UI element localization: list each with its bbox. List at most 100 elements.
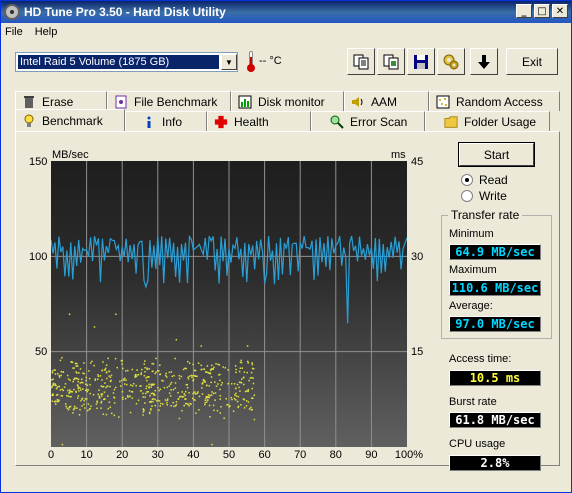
access-time-point xyxy=(234,365,237,367)
lightbulb-icon xyxy=(22,114,36,128)
tabs-top-row: Erase File Benchmark Disk monitor AAM Ra… xyxy=(15,91,560,111)
copy-screenshot-button[interactable] xyxy=(377,48,405,75)
access-time-point xyxy=(238,370,241,373)
access-time-point xyxy=(126,369,129,372)
access-time-point xyxy=(165,376,168,378)
maximize-button[interactable]: □ xyxy=(534,4,550,18)
read-radio[interactable]: Read xyxy=(461,173,508,187)
access-time-point xyxy=(192,363,194,366)
burst-rate-label: Burst rate xyxy=(449,396,497,408)
write-radio-dot[interactable] xyxy=(461,190,473,202)
access-time-point xyxy=(113,388,116,391)
access-time-point xyxy=(51,393,54,395)
tab-error-scan[interactable]: Error Scan xyxy=(311,111,425,131)
right-tick-45: 45 xyxy=(411,156,424,168)
access-time-point xyxy=(66,407,68,410)
access-time-point xyxy=(125,379,127,381)
access-time-point xyxy=(175,338,178,341)
read-radio-dot[interactable] xyxy=(461,174,473,186)
tab-file-benchmark[interactable]: File Benchmark xyxy=(107,91,231,111)
access-time-point xyxy=(227,403,229,406)
access-time-point xyxy=(105,413,108,416)
copy-text-button[interactable] xyxy=(347,48,375,75)
access-time-point xyxy=(135,384,137,387)
access-time-point xyxy=(148,368,150,370)
access-time-point xyxy=(171,375,173,378)
access-time-point xyxy=(55,384,57,387)
access-time-point xyxy=(69,405,72,408)
x-tick-label: 100% xyxy=(394,449,424,461)
x-tick-label: 0 xyxy=(47,449,55,461)
access-time-point xyxy=(253,418,256,421)
access-time-point xyxy=(105,386,107,389)
access-time-point xyxy=(140,372,143,374)
save-button[interactable] xyxy=(407,48,435,75)
access-time-point xyxy=(244,390,247,393)
access-time-point xyxy=(58,385,61,388)
access-time-point xyxy=(220,384,223,386)
access-time-point xyxy=(223,417,225,419)
menu-file[interactable]: File xyxy=(5,26,23,38)
access-time-point xyxy=(200,364,202,367)
menu-help[interactable]: Help xyxy=(35,26,58,38)
access-time-point xyxy=(231,398,233,401)
average-value: 97.0 MB/sec xyxy=(449,316,541,332)
access-time-point xyxy=(144,402,146,404)
access-time-point xyxy=(181,409,183,412)
access-time-point xyxy=(84,398,87,400)
access-time-point xyxy=(67,395,70,397)
access-time-point xyxy=(69,379,71,382)
x-tick-label: 10 xyxy=(80,449,93,461)
access-time-point xyxy=(119,380,121,383)
tab-folder-usage[interactable]: Folder Usage xyxy=(425,111,550,131)
access-time-point xyxy=(251,408,254,411)
access-time-point xyxy=(198,395,201,398)
access-time-point xyxy=(157,399,159,402)
title-bar[interactable]: HD Tune Pro 3.50 - Hard Disk Utility _ □… xyxy=(1,1,571,23)
access-time-point xyxy=(113,397,116,399)
access-time-point xyxy=(169,395,172,397)
access-time-point xyxy=(150,408,152,410)
access-time-point xyxy=(79,368,82,370)
access-time-point xyxy=(62,389,65,392)
access-time-point xyxy=(52,382,55,385)
options-button[interactable] xyxy=(437,48,465,75)
access-time-point xyxy=(124,397,127,400)
tab-health[interactable]: Health xyxy=(207,111,311,131)
access-time-point xyxy=(152,398,155,400)
tab-benchmark[interactable]: Benchmark xyxy=(15,109,125,131)
chevron-down-icon[interactable]: ▼ xyxy=(221,54,237,70)
access-time-point xyxy=(207,399,209,401)
access-time-point xyxy=(243,371,246,373)
start-button[interactable]: Start xyxy=(459,143,534,166)
tab-aam[interactable]: AAM xyxy=(344,91,429,111)
access-time-point xyxy=(99,375,102,377)
minimize-button[interactable]: _ xyxy=(516,4,532,18)
access-time-point xyxy=(187,360,189,363)
access-time-point xyxy=(185,398,187,400)
tab-disk-monitor[interactable]: Disk monitor xyxy=(231,91,344,111)
access-time-point xyxy=(230,396,232,399)
access-time-point xyxy=(96,401,99,404)
download-button[interactable] xyxy=(470,48,498,75)
exit-button[interactable]: Exit xyxy=(506,48,558,75)
drive-select[interactable]: Intel Raid 5 Volume (1875 GB) ▼ xyxy=(15,52,238,72)
access-time-point xyxy=(64,383,67,385)
write-radio[interactable]: Write xyxy=(461,189,507,203)
left-tick-50: 50 xyxy=(35,346,48,358)
access-time-point xyxy=(235,368,237,371)
tab-random-access[interactable]: Random Access xyxy=(429,91,560,111)
maximum-label: Maximum xyxy=(449,264,497,276)
access-time-point xyxy=(180,395,182,398)
access-time-point xyxy=(233,383,236,385)
close-button[interactable]: ✕ xyxy=(552,4,568,18)
access-time-point xyxy=(112,392,115,394)
tab-info[interactable]: Info xyxy=(125,111,207,131)
read-radio-label: Read xyxy=(479,173,508,187)
access-time-point xyxy=(186,386,189,389)
access-time-point xyxy=(240,404,242,406)
access-time-point xyxy=(98,389,100,391)
tab-erase[interactable]: Erase xyxy=(15,91,107,111)
access-time-point xyxy=(152,400,154,403)
access-time-point xyxy=(251,387,253,390)
